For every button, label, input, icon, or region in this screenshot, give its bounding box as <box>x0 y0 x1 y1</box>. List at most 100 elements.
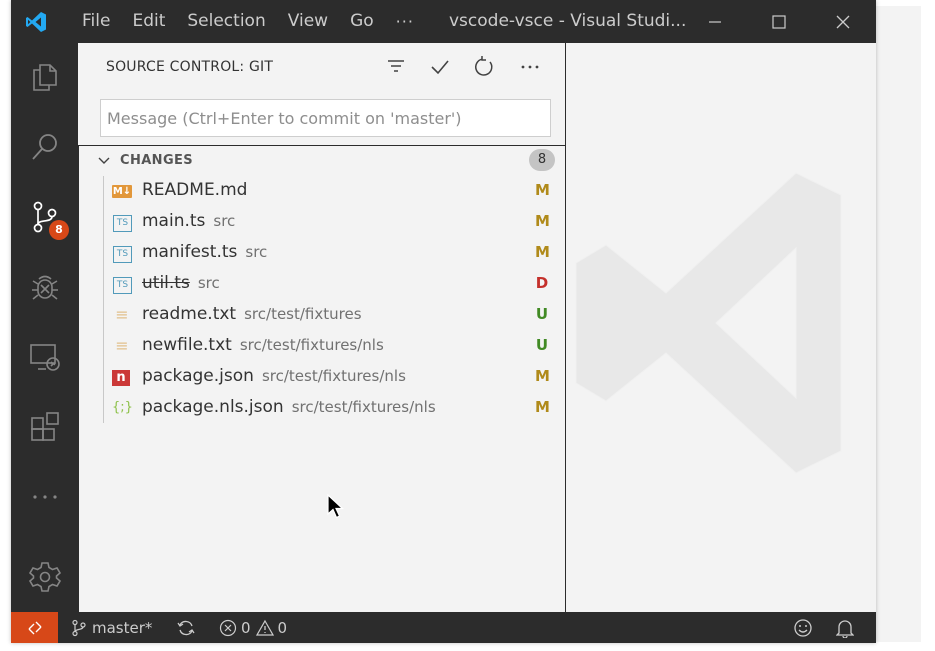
more-actions-button[interactable] <box>518 55 542 79</box>
more-views-button[interactable] <box>11 467 78 527</box>
close-icon <box>836 15 850 28</box>
file-name: util.ts <box>142 273 190 293</box>
maximize-icon <box>772 14 786 29</box>
file-path: src/test/fixtures/nls <box>261 367 406 385</box>
vscode-watermark-icon <box>575 172 842 474</box>
check-icon <box>431 60 449 75</box>
changes-count-badge: 8 <box>529 149 555 171</box>
typescript-icon: TS <box>113 215 132 232</box>
debug-button[interactable] <box>11 257 78 317</box>
search-button[interactable] <box>11 117 78 177</box>
file-label: main.ts src <box>142 211 235 231</box>
file-row[interactable]: TS util.ts src D <box>79 269 565 300</box>
file-row[interactable]: {;} package.nls.json src/test/fixtures/nls… <box>79 393 565 424</box>
debug-icon <box>31 275 58 300</box>
file-row[interactable]: n package.json src/test/fixtures/nls M <box>79 362 565 393</box>
file-path: src <box>245 243 268 261</box>
file-name: main.ts <box>142 211 206 231</box>
remote-indicator[interactable] <box>11 612 58 643</box>
warning-count: 0 <box>277 618 288 637</box>
file-path: src/test/fixtures/nls <box>239 336 384 354</box>
gear-icon <box>28 562 61 592</box>
file-status: U <box>535 336 549 354</box>
extensions-button[interactable] <box>11 397 78 457</box>
sync-button[interactable] <box>176 612 196 643</box>
file-label: package.nls.json src/test/fixtures/nls <box>142 397 436 417</box>
minimize-button[interactable] <box>683 0 747 43</box>
menu-edit[interactable]: Edit <box>121 0 176 43</box>
status-bar: master* 0 0 <box>11 612 876 643</box>
file-path: src/test/fixtures/nls <box>291 398 436 416</box>
file-status: D <box>535 274 549 292</box>
vscode-logo-icon <box>26 12 46 32</box>
changes-header[interactable]: CHANGES 8 <box>79 146 565 176</box>
error-count: 0 <box>241 618 251 637</box>
vscode-window: File Edit Selection View Go ··· vscode-v… <box>11 0 876 643</box>
changes-label: CHANGES <box>120 153 194 168</box>
git-branch-icon <box>72 619 86 636</box>
menu-selection[interactable]: Selection <box>176 0 276 43</box>
sidebar-title: SOURCE CONTROL: GIT <box>106 59 274 75</box>
chevron-down-icon <box>98 157 110 164</box>
close-button[interactable] <box>811 0 875 43</box>
branch-name: master* <box>92 618 153 637</box>
menu-go[interactable]: Go <box>339 0 385 43</box>
manage-button[interactable] <box>11 547 78 607</box>
warning-icon <box>255 619 274 636</box>
source-control-button[interactable]: 8 <box>11 187 78 247</box>
text-file-icon: ≡ <box>115 336 129 355</box>
file-name: readme.txt <box>142 304 237 324</box>
file-label: util.ts src <box>142 273 220 293</box>
file-label: package.json src/test/fixtures/nls <box>142 366 406 386</box>
filter-list-icon <box>388 60 404 72</box>
file-row[interactable]: ≡ newfile.txt src/test/fixtures/nls U <box>79 331 565 362</box>
more-icon <box>32 495 57 499</box>
commit-message-input[interactable] <box>100 99 551 137</box>
problems-indicator[interactable]: 0 0 <box>219 612 287 643</box>
desktop-backdrop <box>876 6 921 642</box>
feedback-button[interactable] <box>793 612 813 643</box>
file-label: newfile.txt src/test/fixtures/nls <box>142 335 384 355</box>
file-row[interactable]: TS manifest.ts src M <box>79 238 565 269</box>
file-row[interactable]: M↓ README.md M <box>79 176 565 207</box>
file-row[interactable]: TS main.ts src M <box>79 207 565 238</box>
file-status: M <box>535 243 550 261</box>
source-control-sidebar: SOURCE CONTROL: GIT Message (Ctrl+Enter … <box>78 43 566 612</box>
title-bar: File Edit Selection View Go ··· vscode-v… <box>11 0 876 43</box>
typescript-icon: TS <box>113 246 132 263</box>
npm-icon: n <box>112 370 130 386</box>
remote-explorer-button[interactable] <box>11 327 78 387</box>
editor-area <box>566 43 876 612</box>
scm-count-badge: 8 <box>49 220 69 240</box>
maximize-button[interactable] <box>747 0 811 43</box>
branch-indicator[interactable]: master* <box>71 612 152 643</box>
menu-file[interactable]: File <box>71 0 121 43</box>
window-title: vscode-vsce - Visual Studi... <box>449 11 687 31</box>
file-row[interactable]: ≡ readme.txt src/test/fixtures U <box>79 300 565 331</box>
view-options-button[interactable] <box>384 55 408 79</box>
remote-icon <box>28 621 41 634</box>
explorer-button[interactable] <box>11 47 78 107</box>
file-name: manifest.ts <box>142 242 238 262</box>
bell-icon <box>836 619 854 638</box>
file-name: README.md <box>142 180 248 200</box>
mouse-cursor-icon <box>327 494 345 519</box>
file-label: manifest.ts src <box>142 242 267 262</box>
markdown-icon: M↓ <box>112 185 132 198</box>
typescript-icon: TS <box>113 277 132 294</box>
file-name: package.json <box>142 366 254 386</box>
smiley-icon <box>794 618 812 637</box>
remote-explorer-icon <box>29 344 60 371</box>
notifications-button[interactable] <box>836 612 854 643</box>
file-name: newfile.txt <box>142 335 232 355</box>
changes-section: CHANGES 8 M↓ README.md M TS main.ts src M TS man… <box>78 145 565 612</box>
file-name: package.nls.json <box>142 397 284 417</box>
search-icon <box>31 134 57 160</box>
json-icon: {;} <box>112 400 133 415</box>
commit-button[interactable] <box>428 55 452 79</box>
sync-icon <box>177 620 195 635</box>
menu-view[interactable]: View <box>277 0 339 43</box>
refresh-button[interactable] <box>472 55 496 79</box>
menu-more[interactable]: ··· <box>385 0 425 43</box>
file-label: readme.txt src/test/fixtures <box>142 304 362 324</box>
